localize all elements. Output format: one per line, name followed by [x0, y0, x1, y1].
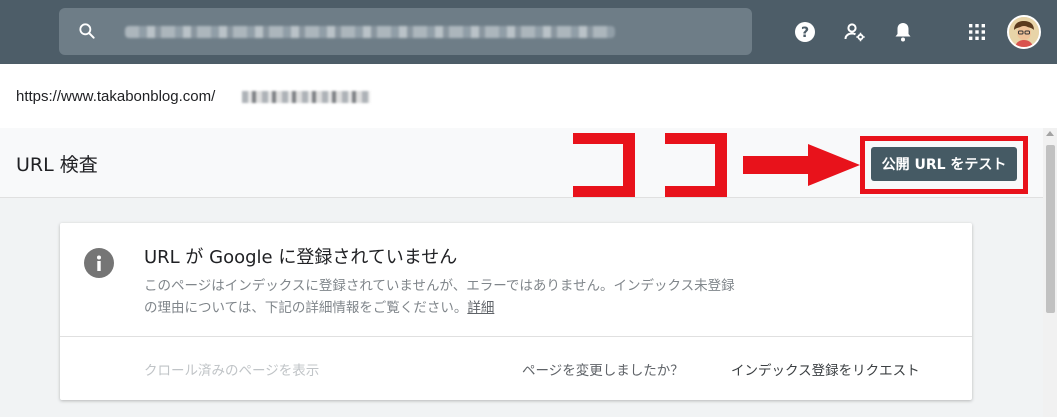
search-icon	[79, 23, 95, 39]
search-box[interactable]	[59, 8, 752, 55]
avatar[interactable]	[1007, 15, 1041, 49]
top-app-bar: ?	[0, 0, 1057, 64]
card-divider	[60, 336, 972, 337]
page-changed-text: ページを変更しましたか？	[522, 363, 684, 379]
status-description: このページはインデックスに登録されていませんが、エラーではありません。インデック…	[144, 275, 744, 319]
annotation-koko: ココ	[573, 133, 727, 197]
view-crawled-page-button[interactable]: クロール済みのページを表示	[144, 359, 319, 379]
annotation-arrow	[743, 144, 860, 186]
search-input-redacted[interactable]	[125, 26, 615, 38]
svg-text:?: ?	[801, 25, 809, 41]
details-link[interactable]: 詳細	[467, 300, 494, 316]
inspected-url-bar: https://www.takabonblog.com/	[0, 64, 1057, 128]
scrollbar-thumb[interactable]	[1046, 145, 1055, 313]
inspection-result-card: URL が Google に登録されていません このページはインデックスに登録さ…	[60, 223, 972, 400]
scroll-up-arrow[interactable]	[1046, 131, 1054, 136]
manage-users-icon[interactable]	[843, 20, 867, 44]
notifications-icon[interactable]	[891, 20, 915, 44]
status-heading: URL が Google に登録されていません	[144, 247, 458, 268]
apps-icon[interactable]	[965, 20, 989, 44]
url-path-redacted	[242, 91, 370, 103]
inspected-url: https://www.takabonblog.com/	[16, 88, 216, 105]
status-description-text: このページはインデックスに登録されていませんが、エラーではありません。インデック…	[144, 278, 735, 316]
test-live-url-button[interactable]: 公開 URL をテスト	[871, 147, 1017, 181]
info-icon	[84, 248, 114, 278]
help-icon[interactable]: ?	[793, 20, 817, 44]
page-title: URL 検査	[16, 154, 98, 176]
request-indexing-button[interactable]: インデックス登録をリクエスト	[731, 359, 920, 379]
